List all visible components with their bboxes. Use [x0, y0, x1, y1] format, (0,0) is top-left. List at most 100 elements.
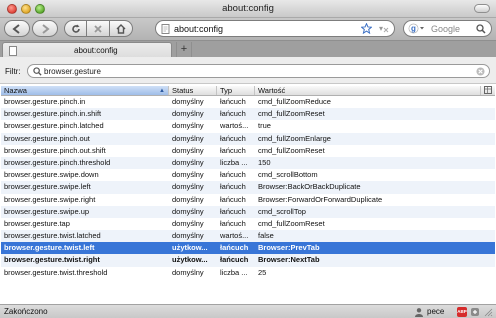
- back-button[interactable]: [4, 20, 30, 37]
- table-row[interactable]: browser.gesture.pinch.out.shift domyślny ł…: [1, 145, 495, 157]
- table-row[interactable]: browser.gesture.tap domyślny łańcuch cmd_fu…: [1, 218, 495, 230]
- pref-value: cmd_fullZoomReset: [258, 218, 325, 228]
- pref-type: łańcuch: [220, 170, 246, 180]
- table-row[interactable]: browser.gesture.twist.latched domyślny war…: [1, 230, 495, 243]
- table-row[interactable]: browser.gesture.pinch.in domyślny łańcuch c…: [1, 96, 495, 108]
- table-row[interactable]: browser.gesture.swipe.up domyślny łańcuch c…: [1, 205, 495, 218]
- addon-icon[interactable]: [470, 307, 480, 318]
- pref-type: łańcuch: [220, 182, 246, 192]
- pref-type: łańcuch: [220, 194, 246, 204]
- about-config-page: Filtr: browser.gesture Nazwa ▲ Status Ty…: [0, 57, 496, 304]
- pref-status: domyślny: [172, 157, 204, 167]
- pref-type: łańcuch: [220, 206, 246, 216]
- search-icon[interactable]: [476, 24, 486, 36]
- window-title: about:config: [222, 3, 274, 14]
- pref-name: browser.gesture.pinch.out: [4, 133, 90, 143]
- pref-status: domyślny: [172, 133, 204, 143]
- filter-row: Filtr: browser.gesture: [0, 57, 496, 84]
- url-text: about:config: [174, 24, 224, 34]
- rss-icon[interactable]: [383, 24, 390, 35]
- page-icon: [161, 24, 170, 36]
- svg-text:g: g: [411, 24, 416, 33]
- table-row[interactable]: browser.gesture.pinch.out domyślny łańcuch…: [1, 132, 495, 145]
- reload-icon: [71, 24, 80, 33]
- pref-value: cmd_fullZoomReduce: [258, 97, 331, 106]
- pref-status: domyślny: [172, 109, 204, 119]
- pref-value: true: [258, 121, 271, 131]
- status-bar: Zakończono pece ABP: [0, 304, 496, 318]
- forward-arrow-icon: [42, 23, 50, 34]
- table-row[interactable]: browser.gesture.swipe.left domyślny łańcuc…: [1, 181, 495, 194]
- pref-name: browser.gesture.twist.threshold: [4, 267, 108, 277]
- pref-value: 25: [258, 267, 267, 277]
- adblock-icon[interactable]: ABP: [457, 307, 467, 317]
- pref-value: cmd_fullZoomEnlarge: [258, 133, 331, 143]
- pref-value: Browser:BackOrBackDuplicate: [258, 182, 361, 192]
- table-row[interactable]: browser.gesture.pinch.in.shift domyślny ła…: [1, 108, 495, 121]
- pref-value: false: [258, 231, 274, 241]
- pref-type: łańcuch: [220, 255, 249, 265]
- pref-type: wartoś...: [220, 121, 249, 131]
- toolbar-toggle-button[interactable]: [474, 4, 490, 13]
- pref-name: browser.gesture.swipe.down: [4, 170, 99, 180]
- column-header-value[interactable]: Wartość: [255, 86, 481, 95]
- pref-status: domyślny: [172, 218, 204, 228]
- resize-grip-icon[interactable]: [483, 307, 493, 317]
- pref-type: łańcuch: [220, 109, 246, 119]
- tab-label: about:config: [74, 46, 118, 55]
- column-header-status[interactable]: Status: [169, 86, 217, 95]
- filter-input[interactable]: browser.gesture: [27, 64, 490, 78]
- home-icon: [116, 23, 126, 34]
- tab-about-config[interactable]: about:config: [2, 42, 172, 58]
- pref-status: domyślny: [172, 182, 204, 192]
- pref-name: browser.gesture.swipe.up: [4, 206, 90, 216]
- table-row[interactable]: browser.gesture.twist.left użytkow... łańc…: [1, 242, 495, 255]
- pref-status: domyślny: [172, 206, 204, 216]
- pref-type: łańcuch: [220, 243, 249, 253]
- sort-ascending-icon: ▲: [159, 88, 165, 94]
- table-row[interactable]: browser.gesture.twist.right użytkow... łań…: [1, 254, 495, 267]
- pref-type: wartoś...: [220, 231, 249, 241]
- table-row[interactable]: browser.gesture.pinch.latched domyślny war…: [1, 120, 495, 132]
- new-tab-button[interactable]: +: [176, 42, 192, 57]
- pref-type: liczba ...: [220, 267, 248, 277]
- pref-status: użytkow...: [172, 243, 208, 253]
- url-bar[interactable]: about:config ▾: [155, 20, 395, 37]
- window-titlebar: about:config: [0, 0, 496, 18]
- search-placeholder: Google: [431, 24, 461, 34]
- pref-status: domyślny: [172, 267, 204, 277]
- pref-name: browser.gesture.twist.right: [4, 255, 100, 265]
- pref-value: cmd_fullZoomReset: [258, 109, 325, 119]
- home-button[interactable]: [110, 20, 133, 37]
- preferences-list[interactable]: browser.gesture.pinch.in domyślny łańcuch c…: [1, 96, 495, 279]
- pref-value: 150: [258, 157, 271, 167]
- star-icon[interactable]: [360, 22, 373, 36]
- pref-type: łańcuch: [220, 145, 246, 155]
- back-arrow-icon: [12, 23, 20, 34]
- status-text: Zakończono: [4, 307, 48, 316]
- pref-type: łańcuch: [220, 97, 246, 106]
- reload-button[interactable]: [64, 20, 87, 37]
- pref-status: domyślny: [172, 97, 204, 106]
- google-g-icon[interactable]: g: [408, 23, 426, 36]
- pref-value: Browser:ForwardOrForwardDuplicate: [258, 194, 383, 204]
- forward-button[interactable]: [32, 20, 58, 37]
- pref-name: browser.gesture.twist.latched: [4, 231, 101, 241]
- column-header-type[interactable]: Typ: [217, 86, 255, 95]
- pref-status: domyślny: [172, 145, 204, 155]
- status-user: pece: [427, 307, 445, 316]
- pref-status: domyślny: [172, 121, 204, 131]
- pref-value: cmd_scrollTop: [258, 206, 306, 216]
- pref-name: browser.gesture.pinch.in.shift: [4, 109, 102, 119]
- column-picker-button[interactable]: [481, 86, 495, 95]
- table-row[interactable]: browser.gesture.pinch.threshold domyślny l…: [1, 156, 495, 170]
- table-row[interactable]: browser.gesture.twist.threshold domyślny l…: [1, 267, 495, 279]
- pref-type: łańcuch: [220, 133, 246, 143]
- search-bar[interactable]: g Google: [403, 20, 492, 37]
- stop-button[interactable]: [87, 20, 110, 37]
- column-header-name[interactable]: Nazwa ▲: [1, 86, 169, 95]
- table-row[interactable]: browser.gesture.swipe.right domyślny łańcu…: [1, 194, 495, 206]
- table-row[interactable]: browser.gesture.swipe.down domyślny łańcuc…: [1, 169, 495, 181]
- clear-filter-icon[interactable]: [476, 67, 485, 78]
- table-header: Nazwa ▲ Status Typ Wartość: [1, 86, 495, 96]
